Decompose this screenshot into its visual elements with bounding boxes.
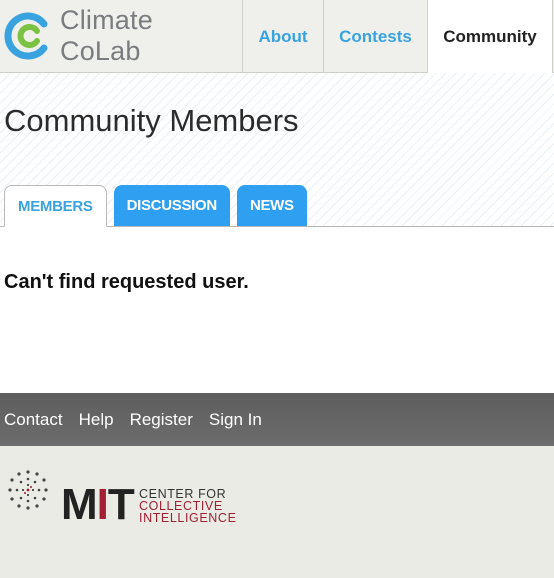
cci-line-3: INTELLIGENCE	[139, 511, 237, 525]
nav-contests[interactable]: Contests	[323, 0, 427, 73]
tab-discussion[interactable]: DISCUSSION	[113, 185, 230, 226]
climate-colab-logo[interactable]: Climate CoLab	[4, 5, 234, 66]
footer-contact-link[interactable]: Contact	[4, 410, 63, 430]
nav-about[interactable]: About	[242, 0, 323, 73]
cci-text: CENTER FOR COLLECTIVE INTELLIGENCE	[139, 488, 237, 525]
section-tabs: MEMBERS DISCUSSION NEWS	[4, 185, 307, 227]
cci-dots-icon	[8, 470, 48, 510]
footer-links: Contact Help Register Sign In	[0, 393, 554, 446]
footer-help-link[interactable]: Help	[79, 410, 114, 430]
mit-letter-t: T	[107, 480, 135, 529]
tab-news[interactable]: NEWS	[236, 185, 307, 226]
tab-members[interactable]: MEMBERS	[4, 185, 107, 227]
main-content: Can't find requested user.	[0, 228, 554, 393]
page-title: Community Members	[4, 103, 299, 138]
site-header: Climate CoLab About Contests Community	[0, 0, 554, 74]
footer-register-link[interactable]: Register	[130, 410, 193, 430]
mit-logo[interactable]: M I T	[61, 480, 135, 529]
error-message: Can't find requested user.	[4, 271, 249, 293]
nav-community[interactable]: Community	[427, 0, 553, 74]
mit-letter-i: I	[96, 480, 109, 529]
mit-letter-m: M	[61, 480, 98, 529]
page-header-band: Community Members MEMBERS DISCUSSION NEW…	[0, 73, 554, 227]
footer-signin-link[interactable]: Sign In	[209, 410, 262, 430]
logo-text: Climate CoLab	[60, 5, 153, 66]
sponsor-area: M I T CENTER FOR COLLECTIVE INTELLIGENCE	[0, 446, 554, 578]
main-nav: About Contests Community	[242, 0, 553, 74]
colab-logo-icon	[4, 12, 48, 60]
